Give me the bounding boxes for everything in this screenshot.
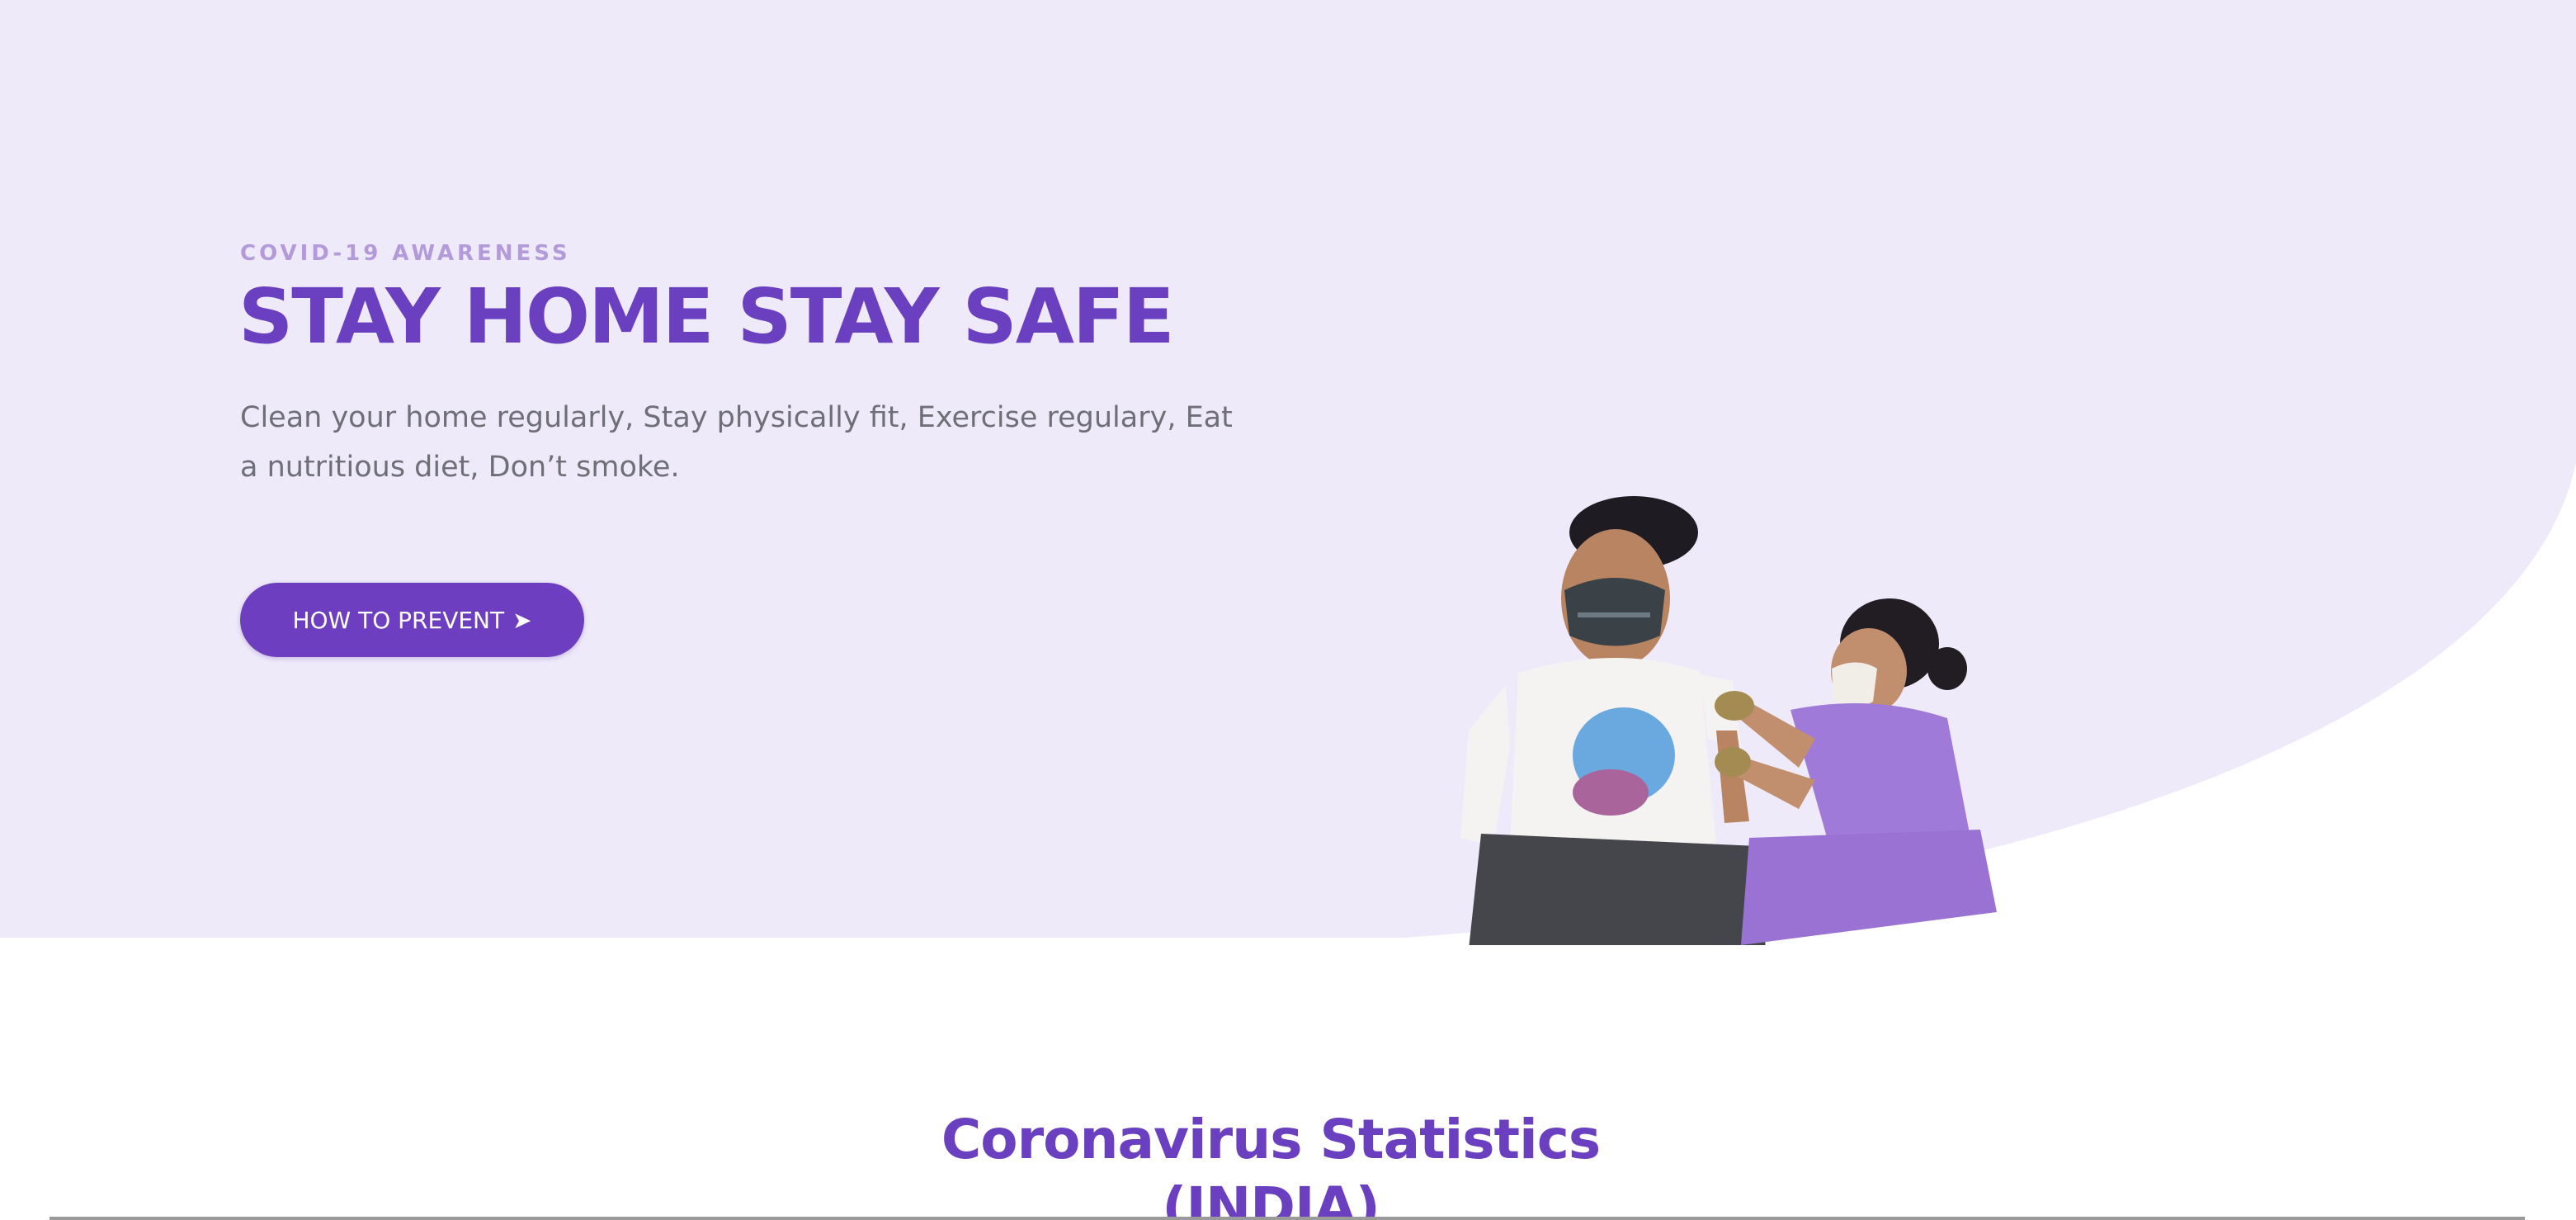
- hero-eyebrow: COVID-19 AWARENESS: [240, 241, 571, 266]
- vaccination-illustration: [1460, 496, 1997, 945]
- statistics-heading-line1: Coronavirus Statistics: [941, 1108, 1601, 1171]
- page: COVID-19 AWARENESS STAY HOME STAY SAFE C…: [0, 0, 2576, 1220]
- how-to-prevent-button-label: HOW TO PREVENT: [292, 606, 505, 634]
- hero-title: STAY HOME STAY SAFE: [238, 272, 1175, 361]
- arrow-right-icon: ➤: [512, 606, 532, 634]
- how-to-prevent-button[interactable]: HOW TO PREVENT ➤: [240, 583, 584, 657]
- statistics-heading-line2: (INDIA): [1162, 1175, 1380, 1220]
- hero-description: Clean your home regularly, Stay physical…: [240, 401, 1233, 484]
- statistics-heading: Coronavirus Statistics (INDIA): [0, 1106, 2541, 1220]
- section-divider: [50, 1217, 2525, 1220]
